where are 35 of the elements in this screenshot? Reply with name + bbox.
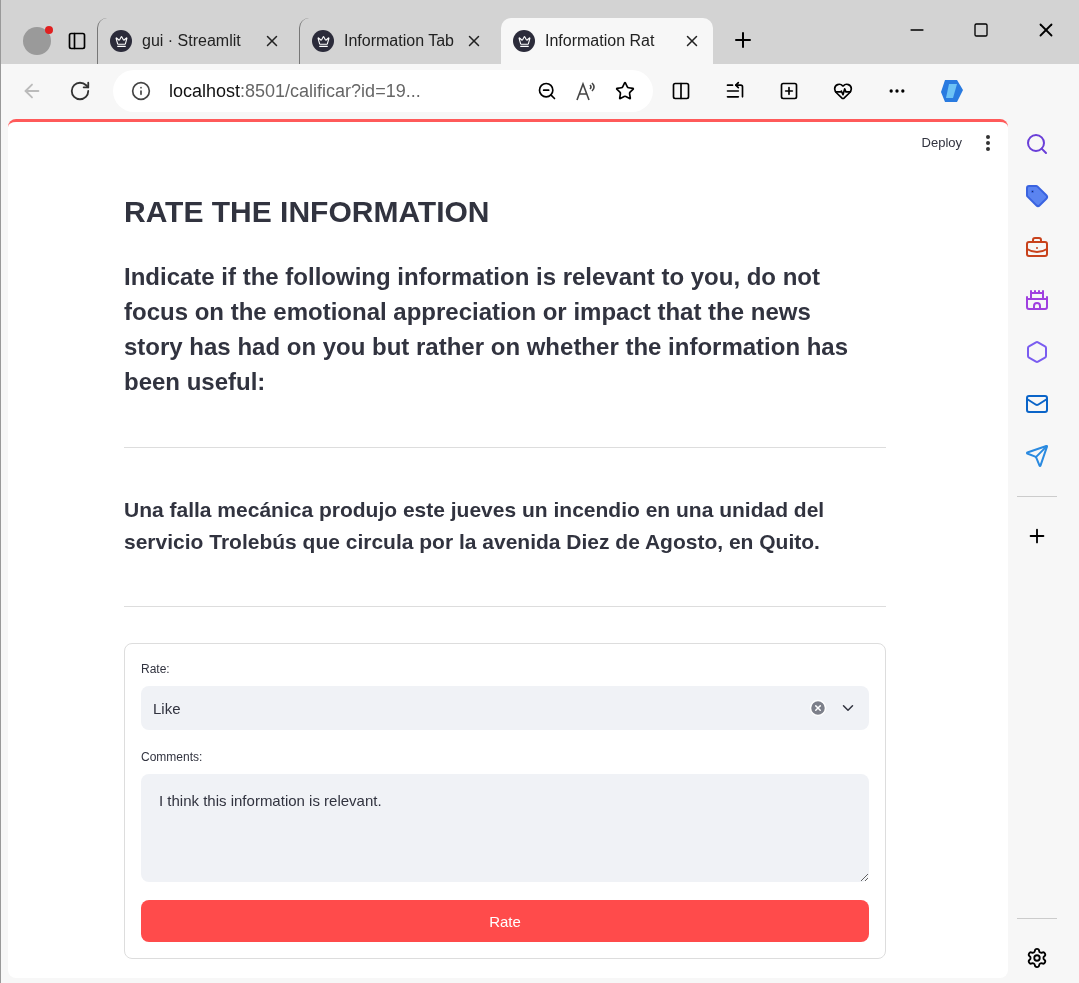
crown-icon <box>312 30 334 52</box>
address-bar[interactable]: localhost:8501/calificar?id=19... <box>113 70 653 112</box>
split-screen-icon[interactable] <box>671 81 691 101</box>
browser-tab[interactable]: Information Rat <box>501 18 713 64</box>
settings-icon[interactable] <box>1026 947 1048 969</box>
page-title: RATE THE INFORMATION <box>124 195 491 229</box>
mail-icon[interactable] <box>1025 392 1049 416</box>
hexagon-icon[interactable] <box>1025 340 1049 364</box>
search-icon[interactable] <box>1025 132 1049 156</box>
rate-select[interactable]: Like <box>141 686 869 730</box>
collections-icon[interactable] <box>779 81 799 101</box>
zoom-out-icon[interactable] <box>537 81 557 101</box>
url-text: localhost:8501/calificar?id=19... <box>169 80 422 102</box>
star-icon[interactable] <box>615 81 635 101</box>
toolbox-icon[interactable] <box>1025 236 1049 260</box>
crown-icon <box>110 30 132 52</box>
comments-field[interactable]: I think this information is relevant. <box>141 774 869 882</box>
more-icon[interactable] <box>986 134 990 151</box>
refresh-icon <box>69 80 91 102</box>
profile-avatar[interactable] <box>23 27 51 55</box>
maximize-icon[interactable] <box>973 22 989 38</box>
clear-icon[interactable] <box>809 699 827 717</box>
read-aloud-icon[interactable] <box>575 81 597 101</box>
instructions-text: Indicate if the following information is relevant to you, do not focus on the emotional appreciation or impact that the news story has had on you but rather on whether the information has been useful: <box>124 262 850 397</box>
info-icon <box>131 81 151 101</box>
deploy-button[interactable]: Deploy <box>915 134 968 151</box>
tag-icon[interactable] <box>1025 184 1049 208</box>
paper-plane-icon[interactable] <box>1025 444 1049 468</box>
favorites-icon[interactable] <box>725 81 745 101</box>
news-text: Una falla mecánica produjo este jueves un incendio en una unidad del servicio Trolebús que circula por la avenida Diez de Agosto, en Quito. <box>124 497 826 555</box>
heart-pulse-icon[interactable] <box>833 81 853 101</box>
rate-label: Rate: <box>141 662 171 676</box>
crown-icon <box>513 30 535 52</box>
comments-label: Comments: <box>141 750 204 764</box>
tab-actions-icon[interactable] <box>67 31 87 51</box>
